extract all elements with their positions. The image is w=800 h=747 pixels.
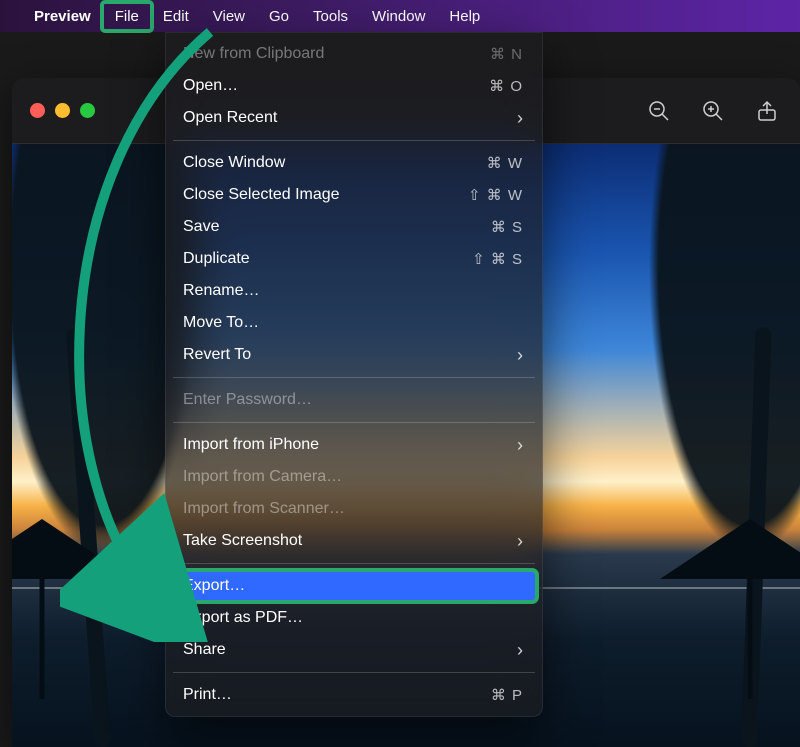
menu-tools[interactable]: Tools xyxy=(301,3,360,30)
chevron-right-icon: › xyxy=(517,641,523,659)
share-icon[interactable] xyxy=(754,98,780,124)
file-menu-dropdown: New from Clipboard⌘ NOpen…⌘ OOpen Recent… xyxy=(165,32,543,717)
menu-separator xyxy=(173,140,535,141)
menuitem-label: Print… xyxy=(183,686,491,704)
menu-separator xyxy=(173,422,535,423)
minimize-window-button[interactable] xyxy=(55,103,70,118)
traffic-lights xyxy=(30,103,95,118)
zoom-out-icon[interactable] xyxy=(646,98,672,124)
menu-app[interactable]: Preview xyxy=(22,3,103,30)
umbrella-decoration xyxy=(660,519,800,699)
menuitem-take-screenshot[interactable]: Take Screenshot› xyxy=(171,525,537,557)
menu-separator xyxy=(173,672,535,673)
menu-go[interactable]: Go xyxy=(257,3,301,30)
fullscreen-window-button[interactable] xyxy=(80,103,95,118)
keyboard-shortcut: ⌘ P xyxy=(491,686,523,704)
menuitem-label: Take Screenshot xyxy=(183,532,517,550)
menuitem-duplicate[interactable]: Duplicate⇧ ⌘ S xyxy=(171,243,537,275)
menu-window[interactable]: Window xyxy=(360,3,437,30)
menuitem-label: Open… xyxy=(183,77,489,95)
menuitem-save[interactable]: Save⌘ S xyxy=(171,211,537,243)
menuitem-label: Move To… xyxy=(183,314,523,332)
menuitem-export[interactable]: Export… xyxy=(171,570,537,602)
menubar: Preview File Edit View Go Tools Window H… xyxy=(0,0,800,32)
menuitem-label: Share xyxy=(183,641,517,659)
keyboard-shortcut: ⌘ S xyxy=(491,218,523,236)
menuitem-label: Duplicate xyxy=(183,250,472,268)
menuitem-label: Close Selected Image xyxy=(183,186,468,204)
menuitem-close-window[interactable]: Close Window⌘ W xyxy=(171,147,537,179)
menuitem-label: Import from iPhone xyxy=(183,436,517,454)
menuitem-label: New from Clipboard xyxy=(183,45,490,63)
menuitem-label: Open Recent xyxy=(183,109,517,127)
menu-help[interactable]: Help xyxy=(437,3,492,30)
keyboard-shortcut: ⌘ W xyxy=(487,154,523,172)
menuitem-move-to[interactable]: Move To… xyxy=(171,307,537,339)
menu-edit[interactable]: Edit xyxy=(151,3,201,30)
menuitem-label: Enter Password… xyxy=(183,391,523,409)
menuitem-import-from-scanner: Import from Scanner… xyxy=(171,493,537,525)
menuitem-open[interactable]: Open…⌘ O xyxy=(171,70,537,102)
chevron-right-icon: › xyxy=(517,436,523,454)
menuitem-label: Export… xyxy=(183,577,523,595)
menuitem-enter-password: Enter Password… xyxy=(171,384,537,416)
zoom-in-icon[interactable] xyxy=(700,98,726,124)
menu-view[interactable]: View xyxy=(201,3,257,30)
menuitem-label: Rename… xyxy=(183,282,523,300)
menu-separator xyxy=(173,563,535,564)
menu-separator xyxy=(173,377,535,378)
menuitem-label: Close Window xyxy=(183,154,487,172)
menu-file[interactable]: File xyxy=(103,3,151,30)
keyboard-shortcut: ⌘ O xyxy=(489,77,523,95)
keyboard-shortcut: ⇧ ⌘ S xyxy=(472,250,523,268)
menuitem-rename[interactable]: Rename… xyxy=(171,275,537,307)
umbrella-decoration xyxy=(12,519,132,699)
menuitem-label: Import from Camera… xyxy=(183,468,523,486)
keyboard-shortcut: ⌘ N xyxy=(490,45,523,63)
chevron-right-icon: › xyxy=(517,109,523,127)
toolbar-right xyxy=(646,78,780,143)
menuitem-new-from-clipboard: New from Clipboard⌘ N xyxy=(171,38,537,70)
menuitem-import-from-camera: Import from Camera… xyxy=(171,461,537,493)
menuitem-share[interactable]: Share› xyxy=(171,634,537,666)
menuitem-label: Export as PDF… xyxy=(183,609,523,627)
close-window-button[interactable] xyxy=(30,103,45,118)
keyboard-shortcut: ⇧ ⌘ W xyxy=(468,186,523,204)
menuitem-label: Revert To xyxy=(183,346,517,364)
menuitem-label: Import from Scanner… xyxy=(183,500,523,518)
menuitem-close-selected-image[interactable]: Close Selected Image⇧ ⌘ W xyxy=(171,179,537,211)
menuitem-open-recent[interactable]: Open Recent› xyxy=(171,102,537,134)
menuitem-label: Save xyxy=(183,218,491,236)
menuitem-export-as-pdf[interactable]: Export as PDF… xyxy=(171,602,537,634)
chevron-right-icon: › xyxy=(517,532,523,550)
menuitem-import-from-iphone[interactable]: Import from iPhone› xyxy=(171,429,537,461)
menuitem-print[interactable]: Print…⌘ P xyxy=(171,679,537,711)
chevron-right-icon: › xyxy=(517,346,523,364)
menuitem-revert-to[interactable]: Revert To› xyxy=(171,339,537,371)
